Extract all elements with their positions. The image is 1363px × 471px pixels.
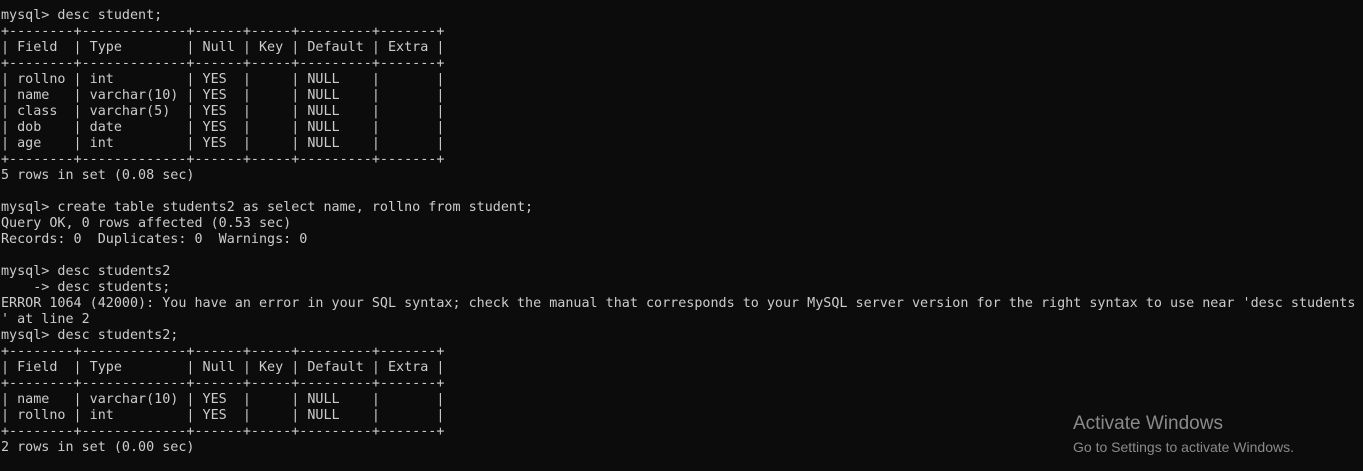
console-line: mysql> desc student; [1,8,163,23]
console-line: | age | int | YES | | NULL | | [1,136,445,151]
console-line: -> desc students; [1,280,171,295]
console-line: | name | varchar(10) | YES | | NULL | | [1,88,445,103]
console-line: +--------+-------------+------+-----+---… [1,152,445,167]
console-line: | Field | Type | Null | Key | Default | … [1,360,445,375]
activate-windows-watermark: Activate Windows Go to Settings to activ… [1073,412,1294,456]
console-line: mysql> create table students2 as select … [1,200,534,215]
terminal-window[interactable]: mysql> desc student; +--------+---------… [0,0,1363,471]
console-line: | Field | Type | Null | Key | Default | … [1,40,445,55]
watermark-title: Activate Windows [1073,413,1223,434]
console-line: +--------+-------------+------+-----+---… [1,56,445,71]
console-line: ERROR 1064 (42000): You have an error in… [1,296,1356,311]
console-line: mysql> desc students2; [1,328,179,343]
console-line: mysql> desc students2 [1,264,171,279]
watermark-subtitle: Go to Settings to activate Windows. [1073,439,1294,455]
console-line: 5 rows in set (0.08 sec) [1,168,195,183]
console-line: | dob | date | YES | | NULL | | [1,120,445,135]
console-line: | class | varchar(5) | YES | | NULL | | [1,104,445,119]
console-output[interactable]: mysql> desc student; +--------+---------… [1,8,1363,456]
console-line: +--------+-------------+------+-----+---… [1,24,445,39]
console-line: Query OK, 0 rows affected (0.53 sec) [1,216,292,231]
console-line: ' at line 2 [1,312,90,327]
console-line: | rollno | int | YES | | NULL | | [1,72,445,87]
console-line: Records: 0 Duplicates: 0 Warnings: 0 [1,232,308,247]
console-line: | name | varchar(10) | YES | | NULL | | [1,392,445,407]
console-line: +--------+-------------+------+-----+---… [1,344,445,359]
console-line: +--------+-------------+------+-----+---… [1,376,445,391]
